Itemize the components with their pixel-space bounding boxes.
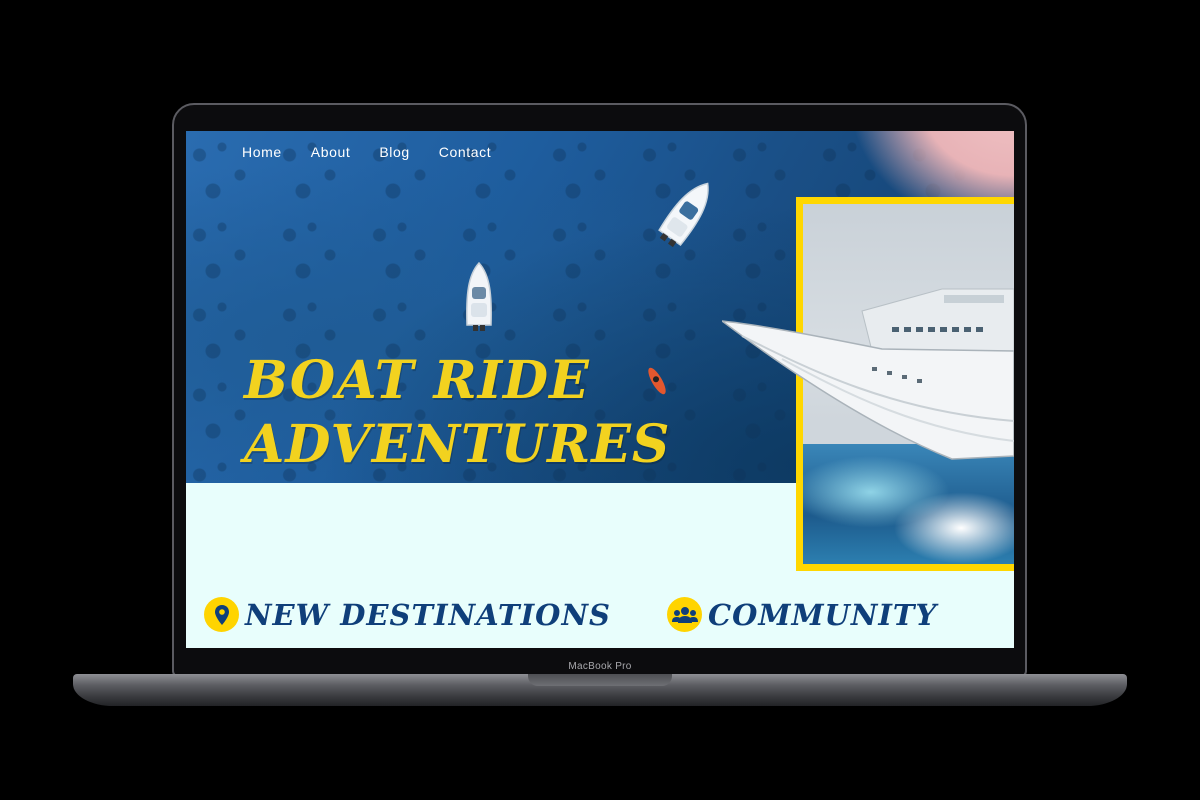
- hero-title: BOAT RIDE ADVENTURES: [244, 349, 670, 477]
- nav-home-link[interactable]: Home: [242, 144, 282, 160]
- nav-blog-link[interactable]: Blog: [379, 144, 409, 160]
- feature-new-destinations[interactable]: NEW DESTINATIONS: [204, 597, 611, 632]
- speedboat-image: [658, 182, 709, 248]
- feature-label: COMMUNITY: [708, 597, 938, 632]
- location-pin-icon: [204, 597, 239, 632]
- small-boat-image: [466, 261, 492, 331]
- website-screen: Home About Blog Contact BOAT RIDE ADVENT…: [186, 131, 1014, 648]
- hero-title-line1: BOAT RIDE: [244, 350, 590, 411]
- device-label: MacBook Pro: [568, 661, 632, 672]
- hero-title-line2: ADVENTURES: [244, 414, 671, 475]
- feature-label: NEW DESTINATIONS: [245, 597, 611, 632]
- nav-about-link[interactable]: About: [311, 144, 351, 160]
- laptop-notch: [528, 674, 672, 686]
- cruise-ship-image: [722, 288, 1014, 460]
- feature-community[interactable]: COMMUNITY: [667, 597, 937, 632]
- main-nav: Home About Blog Contact: [242, 144, 491, 160]
- nav-contact-link[interactable]: Contact: [439, 144, 491, 160]
- people-group-icon: [667, 597, 702, 632]
